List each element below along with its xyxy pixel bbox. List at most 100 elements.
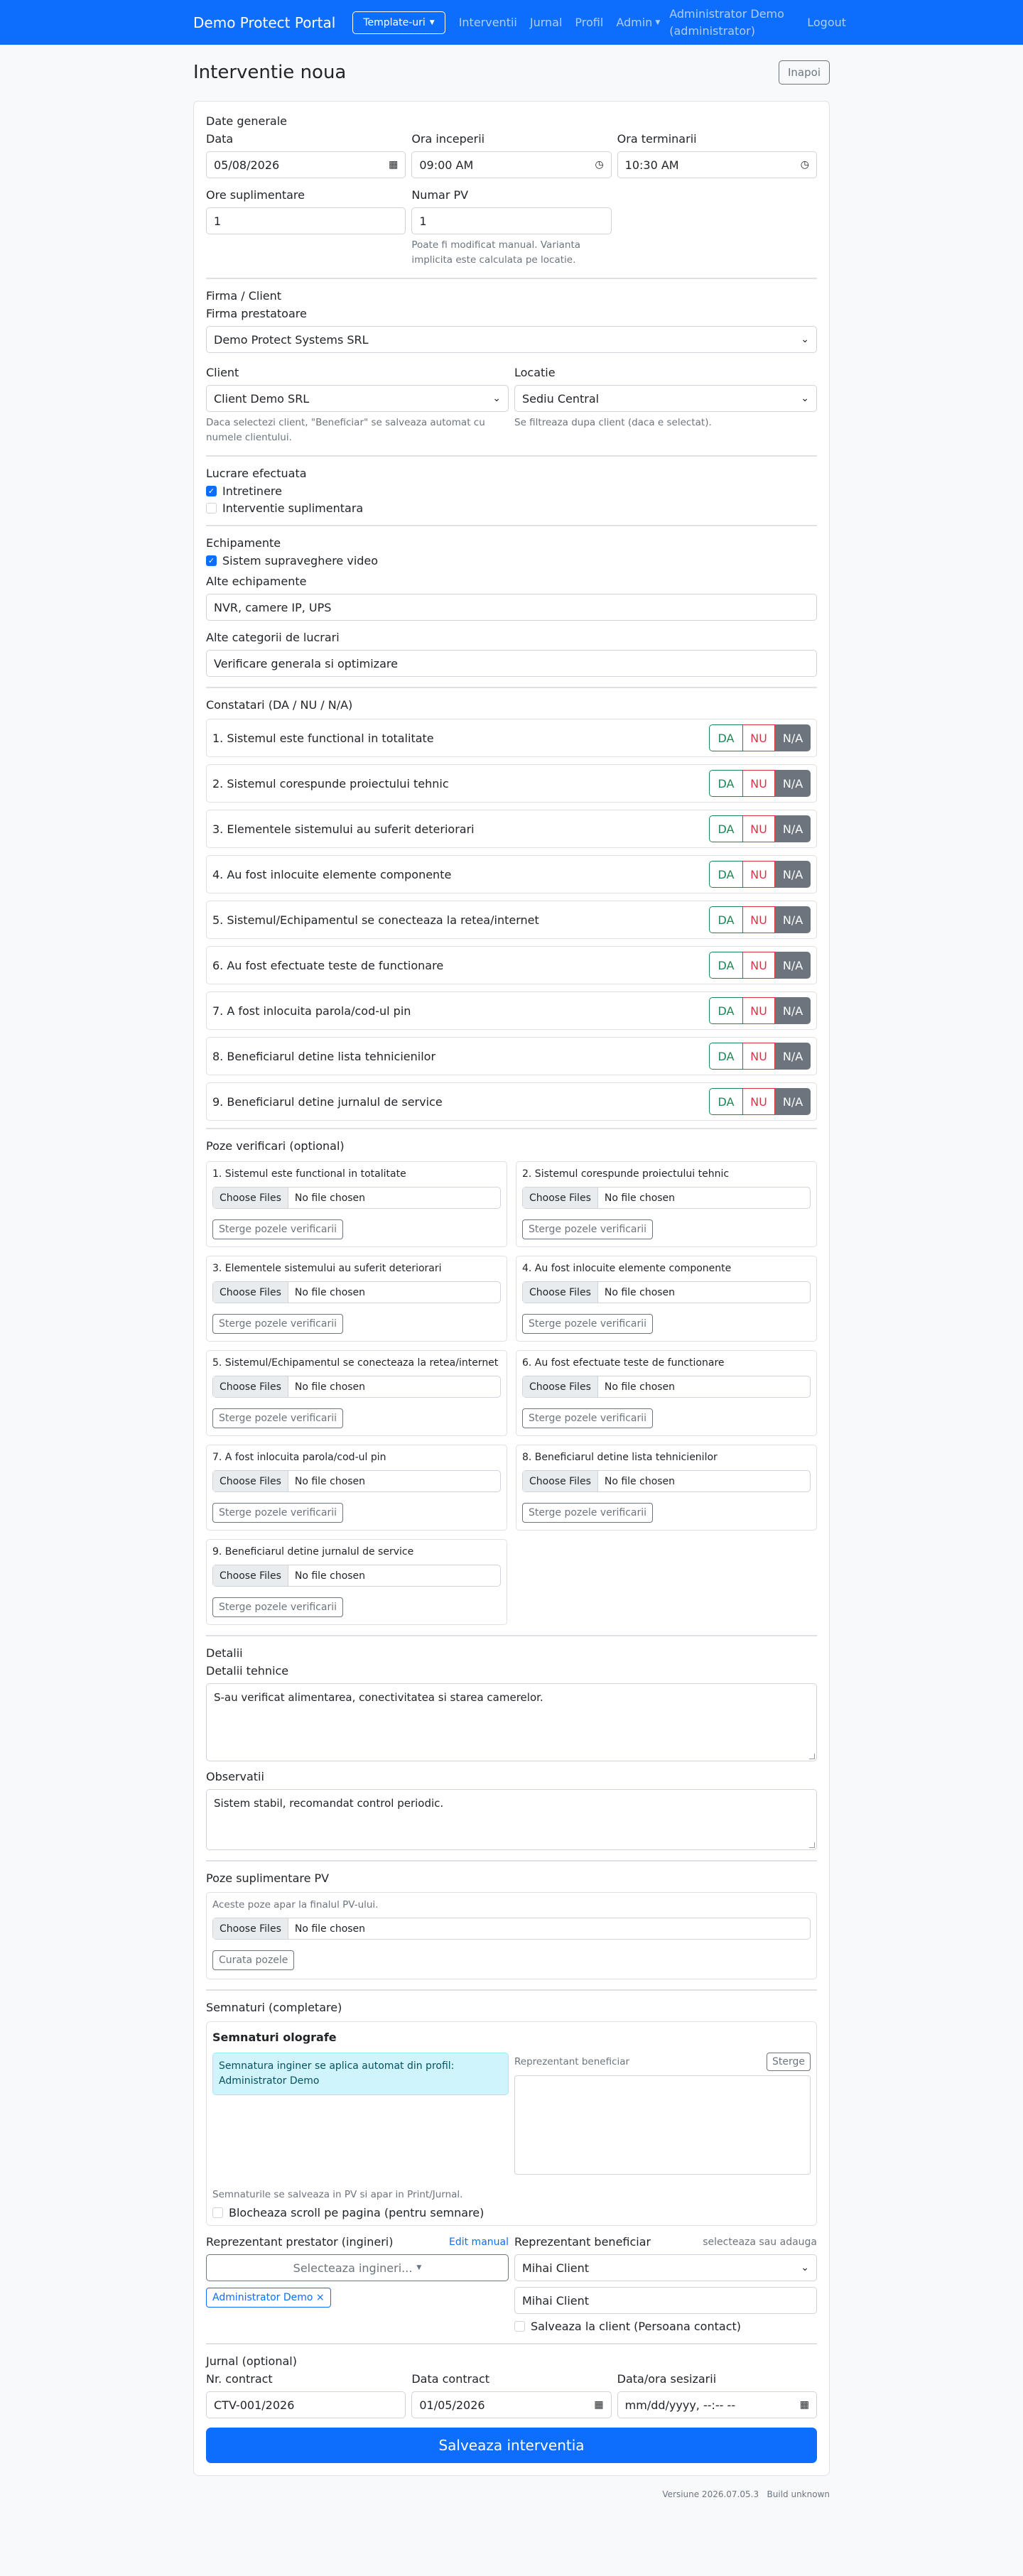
photo-file-input[interactable]: Choose Files No file chosen (212, 1565, 501, 1587)
option-nu-button[interactable]: NU (743, 997, 775, 1024)
option-na-button[interactable]: N/A (775, 1043, 811, 1070)
option-nu-button[interactable]: NU (743, 906, 775, 933)
checkbox-checked-icon[interactable]: ✓ (206, 486, 217, 496)
signature-canvas[interactable] (514, 2075, 811, 2175)
engineer-badge[interactable]: Administrator Demo × (206, 2288, 331, 2308)
client-select[interactable]: Client Demo SRL ⌄ (206, 385, 509, 412)
date-input[interactable]: 05/08/2026 ▦ (206, 151, 406, 178)
choose-files-button[interactable]: Choose Files (213, 1565, 288, 1586)
firm-select[interactable]: Demo Protect Systems SRL ⌄ (206, 326, 817, 353)
checkbox-icon[interactable] (514, 2321, 525, 2332)
delete-photos-button[interactable]: Sterge pozele verificarii (212, 1314, 343, 1334)
checkbox-checked-icon[interactable]: ✓ (206, 555, 217, 566)
option-da-button[interactable]: DA (709, 952, 743, 979)
save-to-client-checkbox[interactable]: Salveaza la client (Persoana contact) (514, 2320, 817, 2333)
choose-files-button[interactable]: Choose Files (523, 1188, 598, 1208)
edit-manual-link[interactable]: Edit manual (449, 2237, 509, 2248)
clock-icon[interactable]: ◷ (801, 159, 809, 170)
delete-photos-button[interactable]: Sterge pozele verificarii (522, 1503, 653, 1523)
option-da-button[interactable]: DA (709, 815, 743, 842)
option-nu-button[interactable]: NU (743, 724, 775, 751)
option-da-button[interactable]: DA (709, 724, 743, 751)
choose-files-button[interactable]: Choose Files (523, 1376, 598, 1397)
save-intervention-button[interactable]: Salveaza interventia (206, 2428, 817, 2463)
contract-date-input[interactable]: 01/05/2026 ▦ (411, 2391, 612, 2418)
option-da-button[interactable]: DA (709, 861, 743, 888)
engineers-select[interactable]: Selecteaza ingineri... ▼ (206, 2254, 509, 2281)
option-da-button[interactable]: DA (709, 997, 743, 1024)
delete-photos-button[interactable]: Sterge pozele verificarii (212, 1219, 343, 1239)
photo-file-input[interactable]: Choose Files No file chosen (212, 1470, 501, 1492)
option-da-button[interactable]: DA (709, 906, 743, 933)
option-na-button[interactable]: N/A (775, 861, 811, 888)
work-categories-input[interactable]: Verificare generala si optimizare (206, 650, 817, 677)
option-nu-button[interactable]: NU (743, 952, 775, 979)
option-na-button[interactable]: N/A (775, 1088, 811, 1115)
photo-file-input[interactable]: Choose Files No file chosen (522, 1281, 811, 1303)
photo-file-input[interactable]: Choose Files No file chosen (522, 1376, 811, 1398)
equip-video-checkbox[interactable]: ✓ Sistem supraveghere video (206, 554, 817, 567)
delete-photos-button[interactable]: Sterge pozele verificarii (212, 1597, 343, 1617)
choose-files-button[interactable]: Choose Files (213, 1188, 288, 1208)
nav-user[interactable]: Administrator Demo (administrator) (669, 6, 797, 40)
option-nu-button[interactable]: NU (743, 1088, 775, 1115)
option-nu-button[interactable]: NU (743, 815, 775, 842)
delete-photos-button[interactable]: Sterge pozele verificarii (212, 1408, 343, 1428)
end-time-input[interactable]: 10:30 AM ◷ (617, 151, 817, 178)
option-na-button[interactable]: N/A (775, 815, 811, 842)
photo-file-input[interactable]: Choose Files No file chosen (522, 1470, 811, 1492)
option-nu-button[interactable]: NU (743, 861, 775, 888)
checkbox-icon[interactable] (212, 2207, 223, 2218)
choose-files-button[interactable]: Choose Files (523, 1282, 598, 1303)
back-button[interactable]: Inapoi (779, 60, 830, 85)
option-da-button[interactable]: DA (709, 770, 743, 797)
tech-details-textarea[interactable]: S-au verificat alimentarea, conectivitat… (206, 1683, 817, 1761)
choose-files-button[interactable]: Choose Files (213, 1376, 288, 1397)
delete-photos-button[interactable]: Sterge pozele verificarii (522, 1219, 653, 1239)
templates-dropdown[interactable]: Template-uri ▼ (352, 11, 445, 34)
brand[interactable]: Demo Protect Portal (193, 14, 335, 31)
option-nu-button[interactable]: NU (743, 1043, 775, 1070)
extra-hours-input[interactable]: 1 (206, 207, 406, 234)
clear-signature-button[interactable]: Sterge (767, 2053, 811, 2071)
observations-textarea[interactable]: Sistem stabil, recomandat control period… (206, 1789, 817, 1850)
nav-logout[interactable]: Logout (807, 16, 846, 29)
extra-photos-file-input[interactable]: Choose Files No file chosen (212, 1918, 811, 1940)
option-na-button[interactable]: N/A (775, 997, 811, 1024)
pv-number-input[interactable]: 1 (411, 207, 612, 234)
delete-photos-button[interactable]: Sterge pozele verificarii (522, 1314, 653, 1334)
photo-file-input[interactable]: Choose Files No file chosen (212, 1187, 501, 1209)
calendar-icon[interactable]: ▦ (594, 2399, 603, 2411)
checkbox-icon[interactable] (206, 503, 217, 513)
option-na-button[interactable]: N/A (775, 906, 811, 933)
nav-admin[interactable]: Admin ▼ (616, 16, 660, 29)
calendar-icon[interactable]: ▦ (800, 2399, 809, 2411)
other-equip-input[interactable]: NVR, camere IP, UPS (206, 594, 817, 621)
delete-photos-button[interactable]: Sterge pozele verificarii (212, 1503, 343, 1523)
beneficiary-select[interactable]: Mihai Client ⌄ (514, 2254, 817, 2281)
notification-date-input[interactable]: mm/dd/yyyy, --:-- -- ▦ (617, 2391, 817, 2418)
lock-scroll-checkbox[interactable]: Blocheaza scroll pe pagina (pentru semna… (212, 2206, 811, 2219)
option-da-button[interactable]: DA (709, 1043, 743, 1070)
option-na-button[interactable]: N/A (775, 770, 811, 797)
work-extra-checkbox[interactable]: Interventie suplimentara (206, 501, 817, 515)
calendar-icon[interactable]: ▦ (389, 159, 398, 170)
choose-files-button[interactable]: Choose Files (523, 1471, 598, 1491)
option-na-button[interactable]: N/A (775, 952, 811, 979)
clear-photos-button[interactable]: Curata pozele (212, 1950, 295, 1970)
choose-files-button[interactable]: Choose Files (213, 1282, 288, 1303)
photo-file-input[interactable]: Choose Files No file chosen (212, 1376, 501, 1398)
photo-file-input[interactable]: Choose Files No file chosen (212, 1281, 501, 1303)
location-select[interactable]: Sediu Central ⌄ (514, 385, 817, 412)
start-time-input[interactable]: 09:00 AM ◷ (411, 151, 612, 178)
clock-icon[interactable]: ◷ (595, 159, 603, 170)
nav-profil[interactable]: Profil (575, 16, 603, 29)
option-nu-button[interactable]: NU (743, 770, 775, 797)
photo-file-input[interactable]: Choose Files No file chosen (522, 1187, 811, 1209)
option-da-button[interactable]: DA (709, 1088, 743, 1115)
nav-jurnal[interactable]: Jurnal (530, 16, 563, 29)
option-na-button[interactable]: N/A (775, 724, 811, 751)
contract-number-input[interactable]: CTV-001/2026 (206, 2391, 406, 2418)
work-maintenance-checkbox[interactable]: ✓ Intretinere (206, 484, 817, 498)
delete-photos-button[interactable]: Sterge pozele verificarii (522, 1408, 653, 1428)
